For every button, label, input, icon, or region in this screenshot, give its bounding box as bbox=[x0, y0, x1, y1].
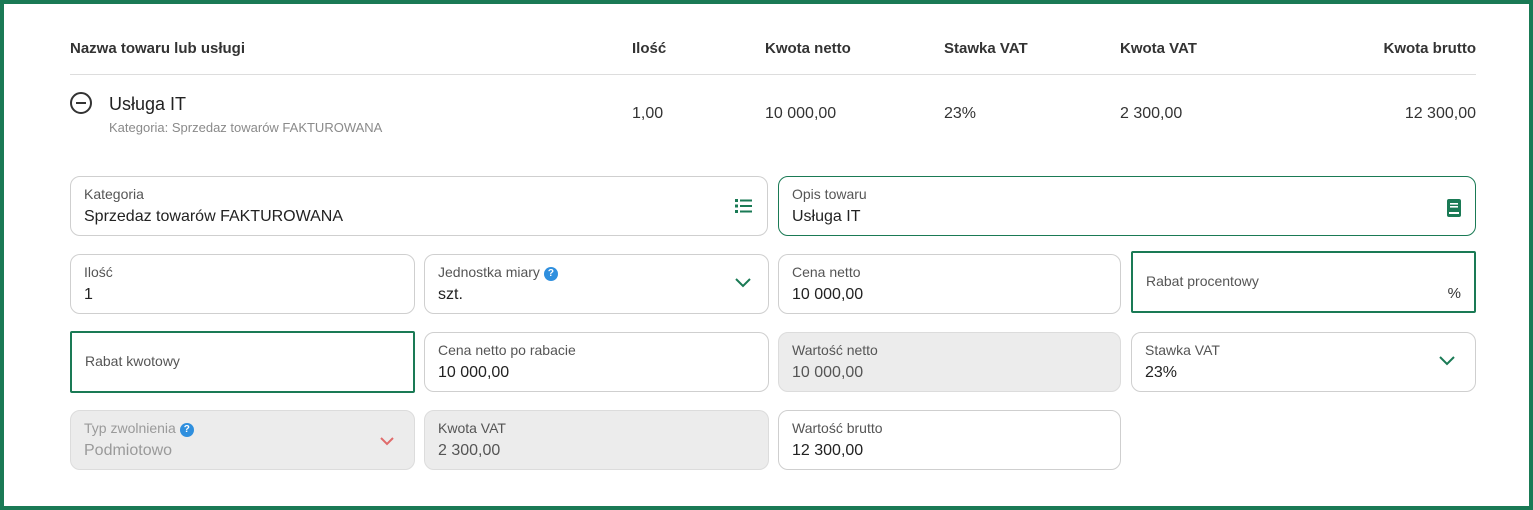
book-icon[interactable] bbox=[1447, 199, 1461, 217]
question-icon[interactable]: ? bbox=[179, 423, 194, 437]
rabat-kwotowy-field[interactable]: Rabat kwotowy bbox=[70, 331, 415, 393]
rabat-kwotowy-label: Rabat kwotowy bbox=[85, 353, 180, 369]
rabat-procentowy-label: Rabat procentowy bbox=[1146, 273, 1259, 289]
wartosc-brutto-field[interactable]: Wartość brutto 12 300,00 bbox=[778, 410, 1121, 470]
header-qty: Ilość bbox=[632, 40, 667, 57]
row-vat-rate: 23% bbox=[944, 105, 977, 122]
list-icon[interactable] bbox=[735, 198, 753, 214]
cena-netto-po-rabacie-field[interactable]: Cena netto po rabacie 10 000,00 bbox=[424, 332, 769, 392]
ilosc-label: Ilość bbox=[84, 264, 113, 280]
chevron-down-icon[interactable] bbox=[1439, 356, 1455, 366]
item-category: Kategoria: Sprzedaz towarów FAKTUROWANA bbox=[109, 120, 383, 135]
wartosc-netto-label: Wartość netto bbox=[792, 342, 878, 358]
ilosc-value: 1 bbox=[84, 286, 93, 303]
row-gross: 12 300,00 bbox=[1404, 105, 1476, 122]
stawka-vat-label: Stawka VAT bbox=[1145, 342, 1220, 358]
header-vat-rate: Stawka VAT bbox=[944, 40, 1028, 57]
wartosc-brutto-label: Wartość brutto bbox=[792, 420, 883, 436]
row-net: 10 000,00 bbox=[765, 105, 837, 122]
opis-towaru-value: Usługa IT bbox=[792, 208, 861, 225]
kwota-vat-value: 2 300,00 bbox=[438, 442, 501, 459]
opis-towaru-field[interactable]: Opis towaru Usługa IT bbox=[778, 176, 1476, 236]
wartosc-brutto-value: 12 300,00 bbox=[792, 442, 864, 459]
cena-netto-field[interactable]: Cena netto 10 000,00 bbox=[778, 254, 1121, 314]
chevron-down-icon bbox=[380, 437, 394, 446]
invoice-item-panel: Nazwa towaru lub usługi Ilość Kwota nett… bbox=[0, 0, 1533, 510]
header-name: Nazwa towaru lub usługi bbox=[70, 40, 246, 57]
row-vat-amount: 2 300,00 bbox=[1120, 105, 1183, 122]
rabat-procentowy-field[interactable]: Rabat procentowy % bbox=[1131, 251, 1476, 313]
percent-suffix: % bbox=[1447, 285, 1461, 302]
kategoria-field[interactable]: Kategoria Sprzedaz towarów FAKTUROWANA bbox=[70, 176, 768, 236]
wartosc-netto-field: Wartość netto 10 000,00 bbox=[778, 332, 1121, 392]
opis-towaru-label: Opis towaru bbox=[792, 186, 867, 202]
jednostka-miary-value: szt. bbox=[438, 286, 463, 303]
jednostka-miary-label: Jednostka miary bbox=[438, 264, 540, 280]
kategoria-label: Kategoria bbox=[84, 186, 144, 202]
typ-zwolnienia-value: Podmiotowo bbox=[84, 442, 173, 459]
kwota-vat-label: Kwota VAT bbox=[438, 420, 506, 436]
item-name: Usługa IT bbox=[109, 94, 187, 114]
header-vat-amount: Kwota VAT bbox=[1120, 40, 1197, 57]
stawka-vat-select[interactable]: Stawka VAT 23% bbox=[1131, 332, 1476, 392]
cena-netto-label: Cena netto bbox=[792, 264, 861, 280]
typ-zwolnienia-select: Typ zwolnienia? Podmiotowo bbox=[70, 410, 415, 470]
kategoria-value: Sprzedaz towarów FAKTUROWANA bbox=[84, 208, 344, 225]
header-net: Kwota netto bbox=[765, 40, 851, 57]
stawka-vat-value: 23% bbox=[1145, 364, 1178, 381]
header-divider bbox=[70, 74, 1476, 75]
jednostka-miary-select[interactable]: Jednostka miary? szt. bbox=[424, 254, 769, 314]
kwota-vat-field: Kwota VAT 2 300,00 bbox=[424, 410, 769, 470]
cena-netto-po-rabacie-label: Cena netto po rabacie bbox=[438, 342, 576, 358]
row-qty: 1,00 bbox=[632, 105, 664, 122]
ilosc-field[interactable]: Ilość 1 bbox=[70, 254, 415, 314]
cena-netto-po-rabacie-value: 10 000,00 bbox=[438, 364, 510, 381]
wartosc-netto-value: 10 000,00 bbox=[792, 364, 864, 381]
chevron-down-icon[interactable] bbox=[735, 278, 751, 288]
header-gross: Kwota brutto bbox=[1383, 40, 1476, 57]
cena-netto-value: 10 000,00 bbox=[792, 286, 864, 303]
typ-zwolnienia-label: Typ zwolnienia bbox=[84, 420, 176, 436]
question-icon[interactable]: ? bbox=[543, 267, 558, 281]
minus-circle-icon[interactable] bbox=[70, 92, 92, 114]
